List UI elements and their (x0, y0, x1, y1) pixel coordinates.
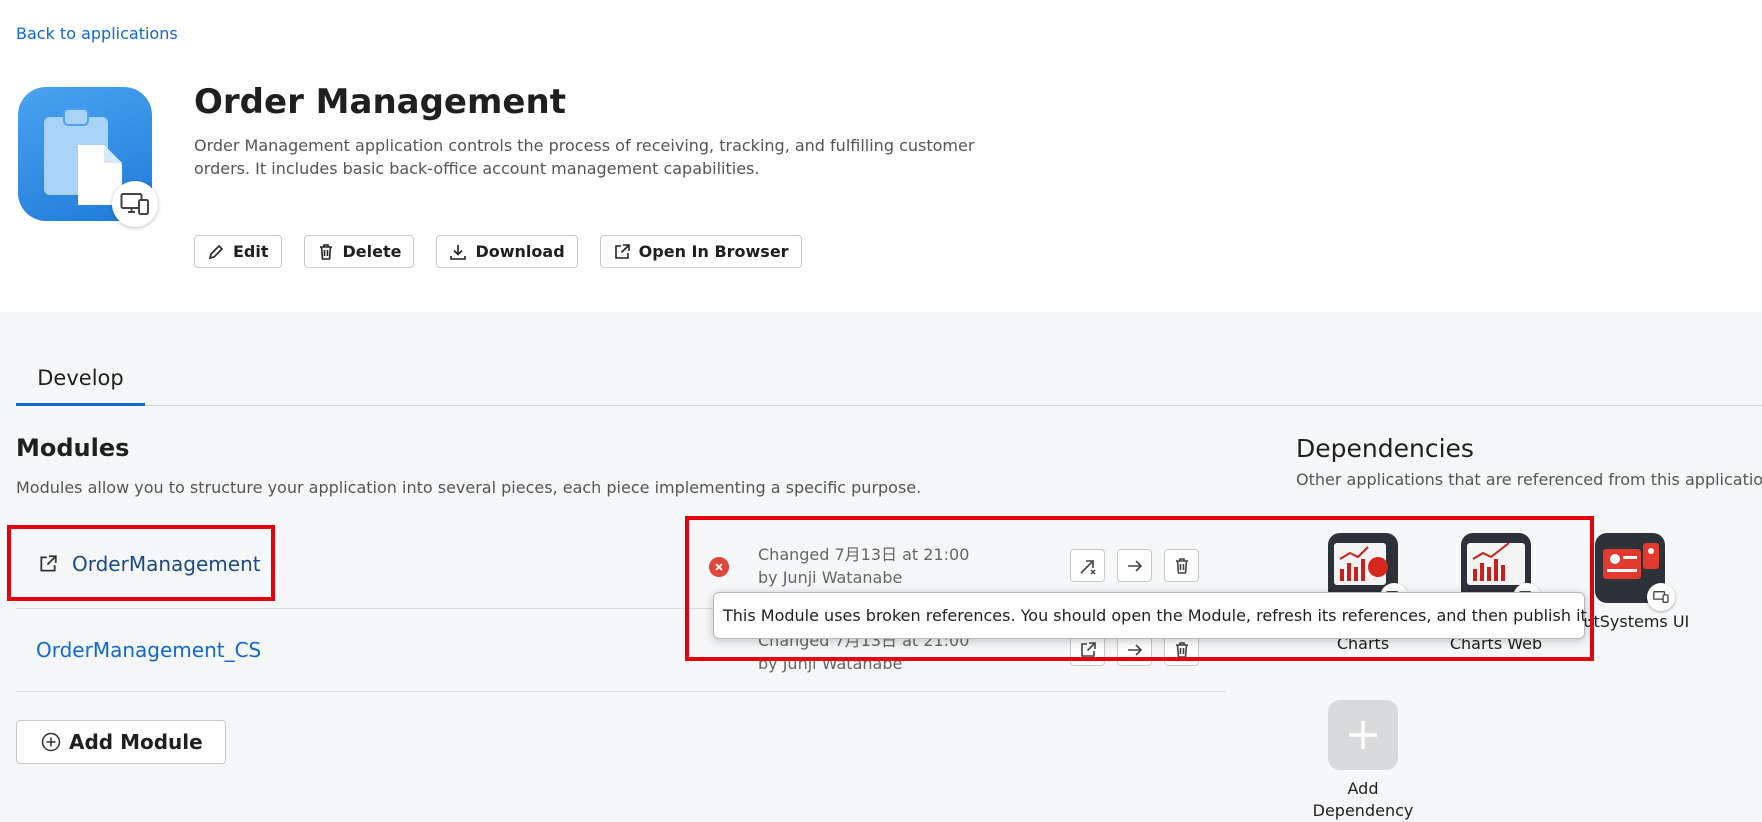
trash-icon (319, 243, 332, 260)
modules-title: Modules (16, 434, 130, 462)
app-description: Order Management application controls th… (194, 136, 975, 178)
add-dependency-label-line1: Add (1347, 779, 1379, 798)
reactive-web-badge-icon (112, 181, 158, 227)
app-actions: Edit Delete Download Open In Browser (194, 235, 802, 268)
outsystems-ui-app-icon (1595, 533, 1675, 611)
add-dependency-label-line2: Dependency (1312, 801, 1414, 820)
modules-description: Modules allow you to structure your appl… (16, 478, 922, 497)
plus-circle-icon (41, 732, 61, 752)
open-in-browser-button[interactable]: Open In Browser (599, 235, 802, 268)
open-in-browser-label: Open In Browser (638, 242, 789, 261)
tab-develop[interactable]: Develop (16, 352, 145, 406)
plus-icon (1328, 700, 1398, 770)
add-module-button[interactable]: Add Module (16, 720, 226, 764)
tab-bar: Develop (16, 352, 1762, 406)
dependencies-title: Dependencies (1296, 434, 1474, 463)
download-button[interactable]: Download (436, 235, 578, 268)
add-module-label: Add Module (69, 730, 203, 754)
module-name: OrderManagement_CS (36, 638, 262, 662)
delete-button-label: Delete (342, 242, 402, 261)
app-title: Order Management (194, 82, 566, 122)
delete-button[interactable]: Delete (303, 235, 415, 268)
reactive-web-badge-icon (1647, 583, 1675, 611)
edit-button-label: Edit (233, 242, 269, 261)
edit-button[interactable]: Edit (194, 235, 282, 268)
module-link-ordermanagement-cs[interactable]: OrderManagement_CS (36, 638, 261, 662)
download-icon (450, 244, 467, 260)
highlight-box (7, 525, 275, 601)
pencil-icon (208, 244, 224, 259)
back-to-applications-link[interactable]: Back to applications (16, 24, 178, 43)
external-link-icon (614, 243, 630, 259)
app-header: Back to applications Order Management Or… (0, 0, 1762, 312)
download-button-label: Download (475, 242, 565, 261)
highlight-box (685, 516, 1594, 661)
add-dependency-button[interactable]: Add Dependency (1298, 700, 1428, 822)
dependencies-description: Other applications that are referenced f… (1296, 470, 1762, 489)
